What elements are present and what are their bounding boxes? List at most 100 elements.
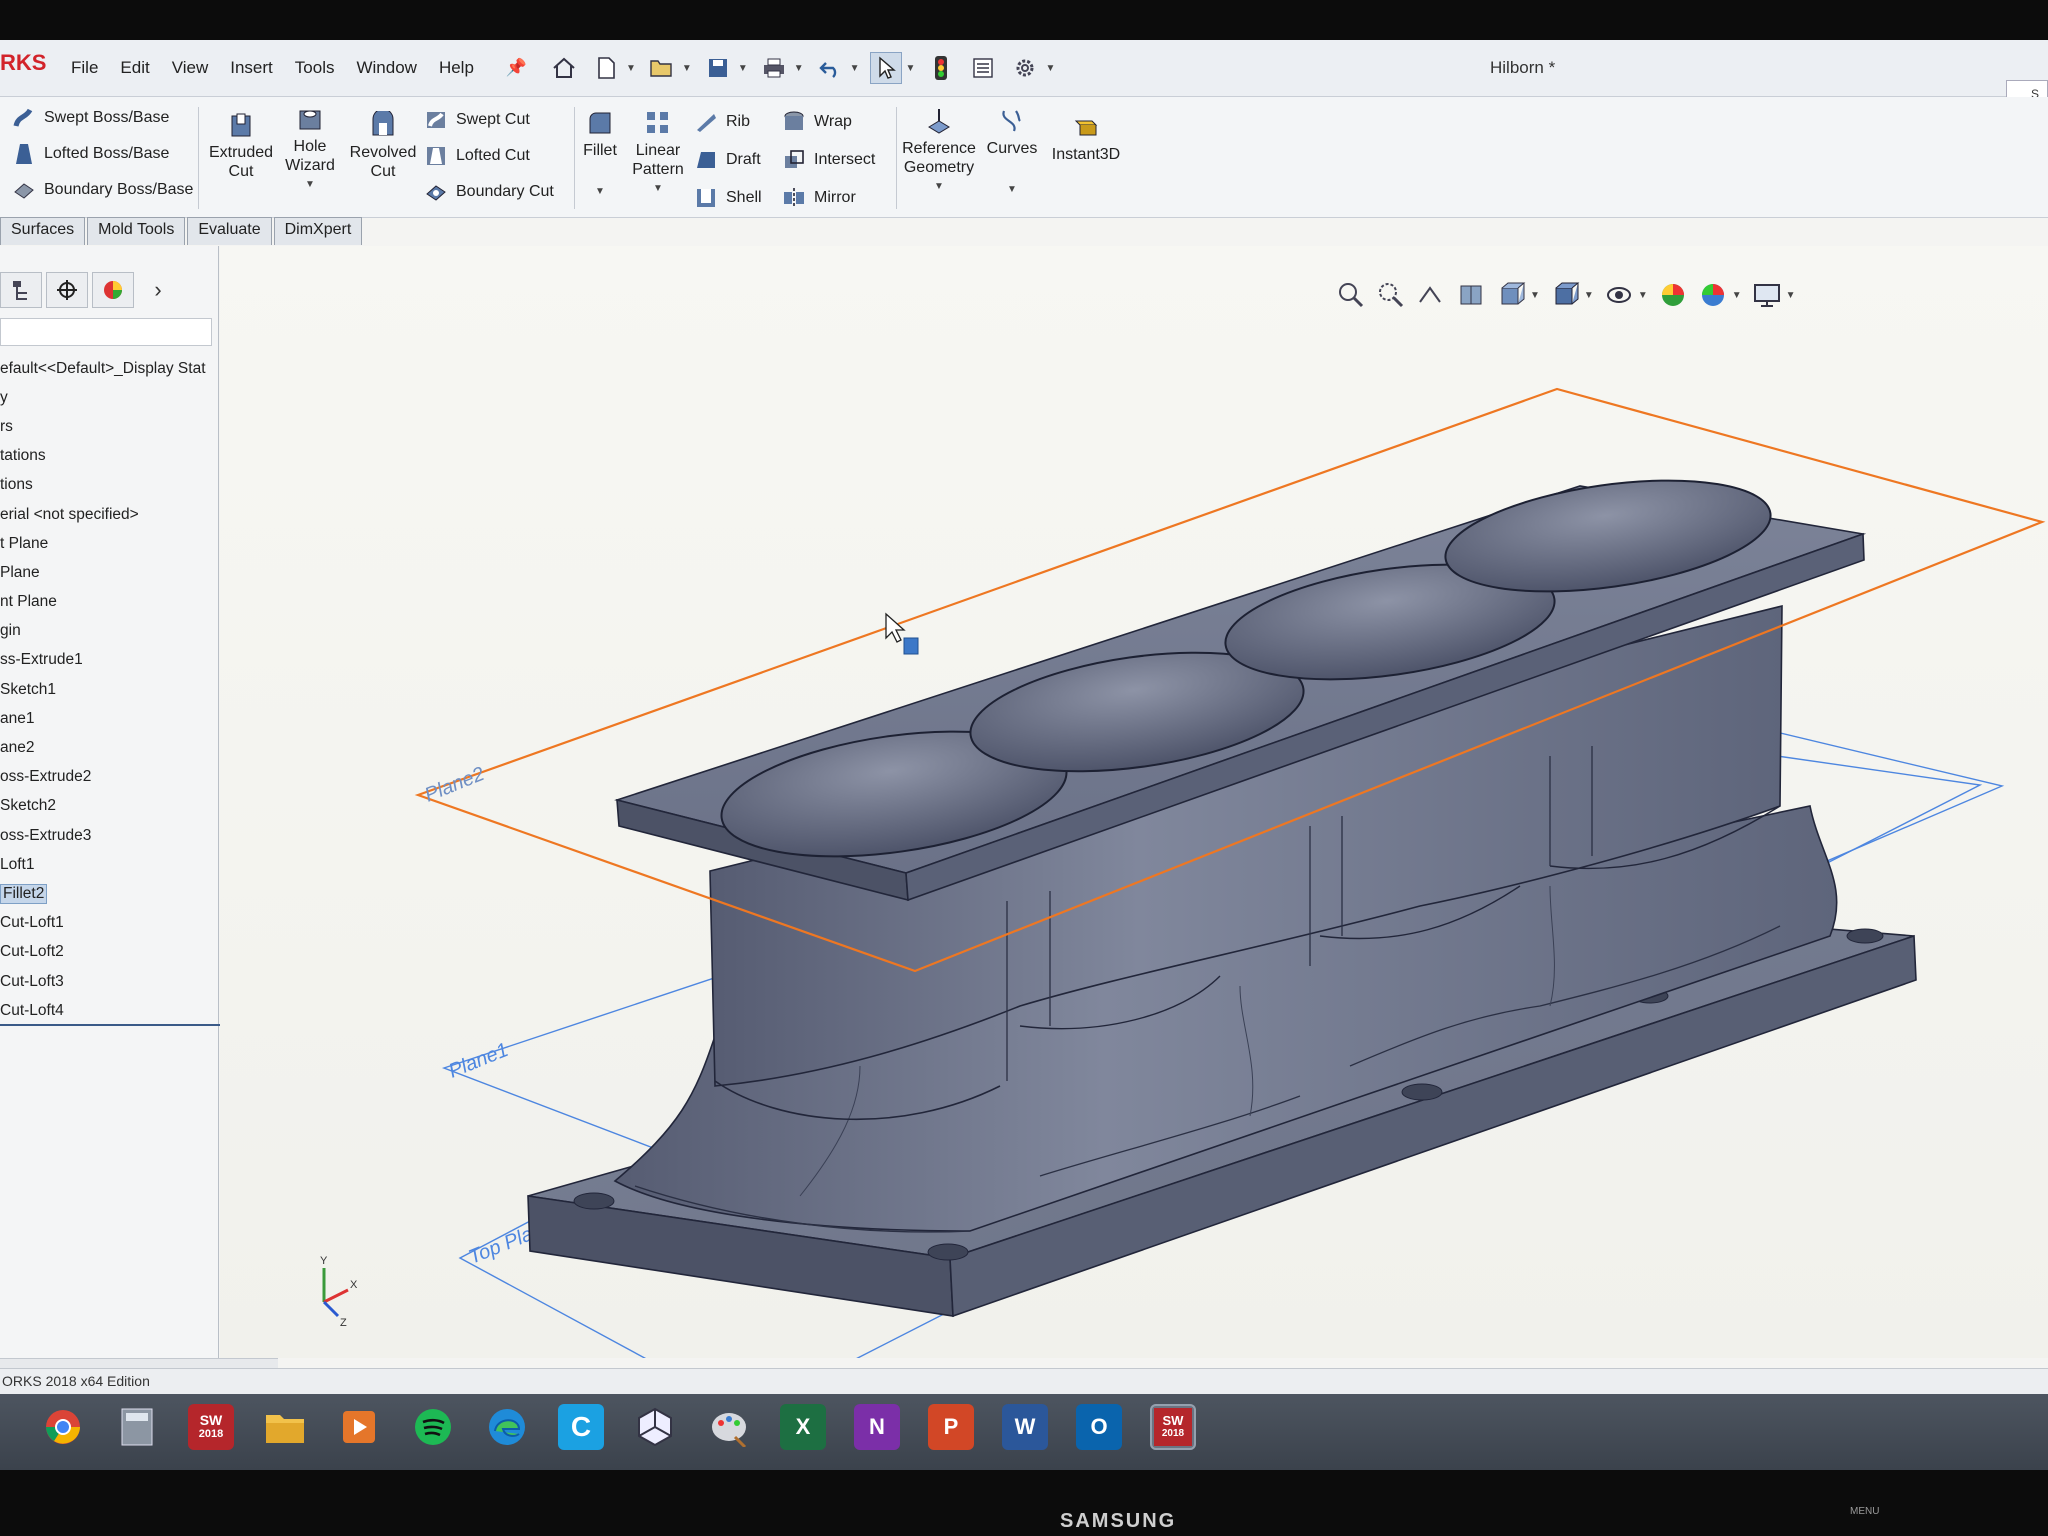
- tree-item[interactable]: Sketch2: [0, 792, 218, 821]
- undo-dropdown-icon[interactable]: ▼: [850, 63, 860, 74]
- tree-item[interactable]: ane2: [0, 733, 218, 762]
- tree-item[interactable]: ane1: [0, 704, 218, 733]
- open-button[interactable]: [646, 52, 678, 84]
- menu-file[interactable]: File: [60, 58, 109, 78]
- tree-item[interactable]: tions: [0, 471, 218, 500]
- outlook-icon[interactable]: O: [1076, 1404, 1122, 1450]
- edge-icon[interactable]: [484, 1404, 530, 1450]
- reference-geometry-dropdown-icon[interactable]: ▼: [934, 177, 944, 196]
- linear-pattern-dropdown-icon[interactable]: ▼: [653, 179, 663, 198]
- tree-item[interactable]: rs: [0, 412, 218, 441]
- save-button[interactable]: [702, 52, 734, 84]
- tree-item[interactable]: Cut-Loft2: [0, 938, 218, 967]
- solidworks-icon[interactable]: SW 2018: [188, 1404, 234, 1450]
- tree-item[interactable]: tations: [0, 442, 218, 471]
- options-dropdown-icon[interactable]: ▼: [1045, 63, 1055, 74]
- onenote-icon[interactable]: N: [854, 1404, 900, 1450]
- shell-button[interactable]: Shell: [694, 185, 762, 211]
- powerpoint-icon[interactable]: P: [928, 1404, 974, 1450]
- rollback-bar[interactable]: [0, 1024, 256, 1026]
- paint-icon[interactable]: [706, 1404, 752, 1450]
- tree-item[interactable]: nt Plane: [0, 588, 218, 617]
- tab-evaluate[interactable]: Evaluate: [187, 217, 272, 245]
- tab-mold-tools[interactable]: Mold Tools: [87, 217, 186, 245]
- tree-item[interactable]: efault<<Default>_Display Stat: [0, 354, 218, 383]
- tree-item[interactable]: oss-Extrude3: [0, 821, 218, 850]
- fillet-dropdown-icon[interactable]: ▼: [595, 182, 605, 201]
- pin-icon[interactable]: 📌: [495, 58, 538, 78]
- view-triad[interactable]: Y X Z: [320, 1255, 358, 1329]
- display-manager-tab[interactable]: [92, 272, 134, 308]
- c-app-icon[interactable]: C: [558, 1404, 604, 1450]
- options-button[interactable]: [1009, 52, 1041, 84]
- tree-item[interactable]: t Plane: [0, 529, 218, 558]
- tree-item[interactable]: oss-Extrude2: [0, 763, 218, 792]
- tree-filter-input[interactable]: [0, 318, 212, 346]
- model-canvas[interactable]: Top Plane Plane1 Plane2 Y X Z: [220, 246, 2048, 1358]
- tree-item[interactable]: erial <not specified>: [0, 500, 218, 529]
- instant3d-button[interactable]: Instant3D: [1046, 113, 1126, 164]
- tree-item[interactable]: Cut-Loft4: [0, 996, 218, 1025]
- rib-button[interactable]: Rib: [694, 109, 762, 135]
- panel-more-chevron-icon[interactable]: ›: [138, 277, 178, 303]
- boundary-cut-button[interactable]: Boundary Cut: [424, 179, 554, 205]
- linear-pattern-button[interactable]: Linear Pattern ▼: [628, 109, 688, 198]
- tree-item-selected[interactable]: Fillet2: [0, 879, 218, 908]
- chrome-icon[interactable]: [40, 1404, 86, 1450]
- print-button[interactable]: [758, 52, 790, 84]
- fillet-button[interactable]: Fillet ▼: [578, 109, 622, 201]
- lofted-boss-base-button[interactable]: Lofted Boss/Base: [12, 141, 193, 167]
- tree-item[interactable]: Plane: [0, 558, 218, 587]
- hole-wizard-button[interactable]: Hole Wizard ▼: [280, 105, 340, 194]
- excel-icon[interactable]: X: [780, 1404, 826, 1450]
- tree-item[interactable]: gin: [0, 617, 218, 646]
- tree-item[interactable]: Loft1: [0, 850, 218, 879]
- revolved-cut-button[interactable]: Revolved Cut: [348, 111, 418, 181]
- mirror-button[interactable]: Mirror: [782, 185, 875, 211]
- save-dropdown-icon[interactable]: ▼: [738, 63, 748, 74]
- hole-wizard-dropdown-icon[interactable]: ▼: [305, 175, 315, 194]
- undo-button[interactable]: [814, 52, 846, 84]
- boundary-boss-base-button[interactable]: Boundary Boss/Base: [12, 177, 193, 203]
- feature-manager-tab[interactable]: [0, 272, 42, 308]
- calculator-icon[interactable]: [114, 1404, 160, 1450]
- new-dropdown-icon[interactable]: ▼: [626, 63, 636, 74]
- open-dropdown-icon[interactable]: ▼: [682, 63, 692, 74]
- print-dropdown-icon[interactable]: ▼: [794, 63, 804, 74]
- intersect-button[interactable]: Intersect: [782, 147, 875, 173]
- configuration-manager-tab[interactable]: [46, 272, 88, 308]
- wrap-button[interactable]: Wrap: [782, 109, 875, 135]
- menu-window[interactable]: Window: [345, 58, 427, 78]
- menu-view[interactable]: View: [161, 58, 220, 78]
- tree-item[interactable]: Sketch1: [0, 675, 218, 704]
- curves-dropdown-icon[interactable]: ▼: [1007, 180, 1017, 199]
- solidworks-active-icon[interactable]: SW 2018: [1150, 1404, 1196, 1450]
- tree-item[interactable]: y: [0, 383, 218, 412]
- swept-boss-base-button[interactable]: Swept Boss/Base: [12, 105, 193, 131]
- tab-surfaces[interactable]: Surfaces: [0, 217, 86, 245]
- file-explorer-icon[interactable]: [262, 1404, 308, 1450]
- menu-insert[interactable]: Insert: [219, 58, 284, 78]
- 3d-app-icon[interactable]: [632, 1404, 678, 1450]
- extruded-cut-button[interactable]: Extruded Cut: [208, 111, 274, 181]
- select-button[interactable]: [869, 52, 902, 84]
- tree-item[interactable]: Cut-Loft1: [0, 909, 218, 938]
- lofted-cut-button[interactable]: Lofted Cut: [424, 143, 554, 169]
- menu-edit[interactable]: Edit: [109, 58, 160, 78]
- swept-cut-button[interactable]: Swept Cut: [424, 107, 554, 133]
- spotify-icon[interactable]: [410, 1404, 456, 1450]
- monitor-menu-label[interactable]: MENU: [1850, 1506, 1879, 1517]
- draft-button[interactable]: Draft: [694, 147, 762, 173]
- curves-button[interactable]: Curves ▼: [984, 107, 1040, 199]
- home-button[interactable]: [548, 52, 580, 84]
- new-document-button[interactable]: [590, 52, 622, 84]
- word-icon[interactable]: W: [1002, 1404, 1048, 1450]
- select-dropdown-icon[interactable]: ▼: [906, 63, 916, 74]
- menu-help[interactable]: Help: [428, 58, 485, 78]
- menu-tools[interactable]: Tools: [284, 58, 346, 78]
- rebuild-button[interactable]: [925, 52, 957, 84]
- graphics-area[interactable]: ▼ ▼ ▼ ▼ ▼ Top Plane Plane1 Plane2 Y X Z: [220, 246, 2048, 1358]
- file-properties-button[interactable]: [967, 52, 999, 84]
- tree-item[interactable]: Cut-Loft3: [0, 967, 218, 996]
- tree-item[interactable]: ss-Extrude1: [0, 646, 218, 675]
